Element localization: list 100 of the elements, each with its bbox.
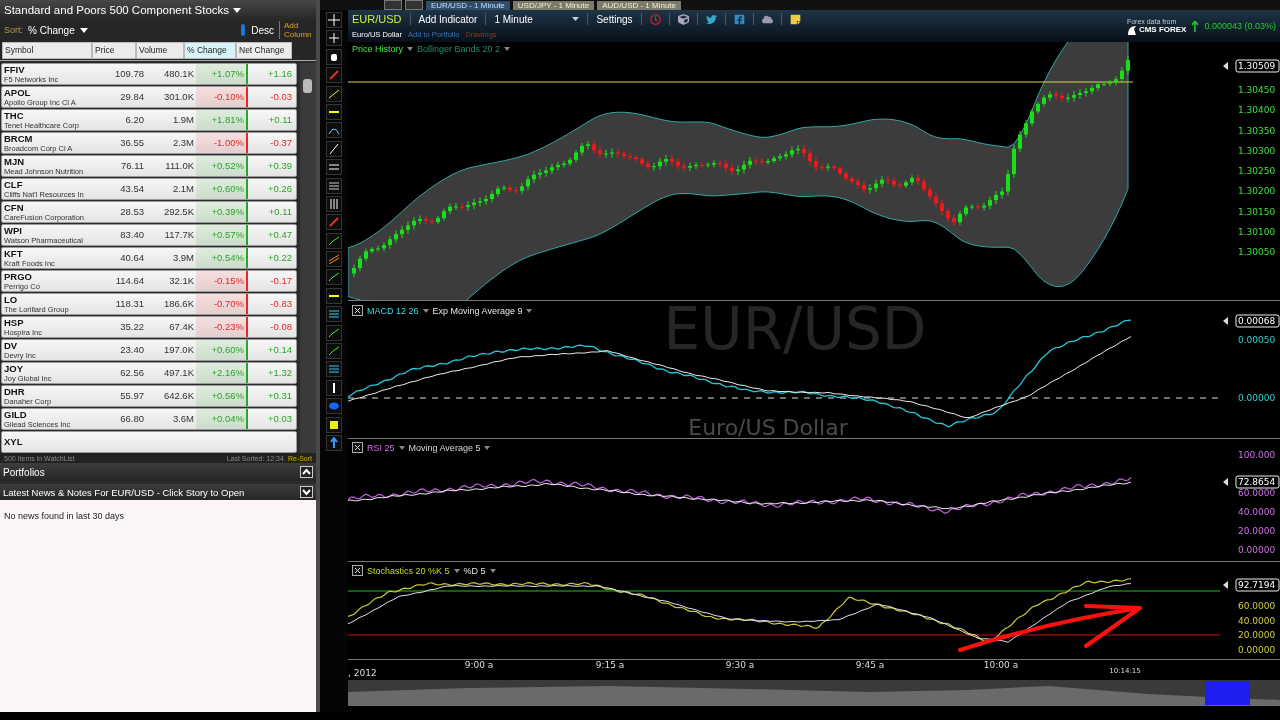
stock-symbol: MJN — [4, 156, 26, 167]
axis-label: 100.000 — [1238, 450, 1276, 460]
percent-change-cell: +0.60% — [196, 179, 246, 199]
stock-symbol: JOY — [4, 363, 24, 374]
indicator-label[interactable]: %D 5 — [463, 565, 486, 576]
price-cell-text: 66.80 — [119, 412, 145, 426]
chart-tab[interactable]: USD/JPY - 1 Minute — [512, 1, 595, 10]
price-cell-text: 29.84 — [119, 90, 145, 104]
time-label: 9:00 a — [464, 660, 494, 670]
net-change-cell: -0.37 — [246, 133, 294, 153]
indicator-label[interactable]: Exp Moving Average 9 — [432, 305, 523, 316]
percent-change-cell: +1.81% — [196, 110, 246, 130]
portfolios-header[interactable]: Portfolios — [3, 466, 45, 478]
axis-label: 1.30200 — [1238, 186, 1276, 197]
percent-change-cell: +0.52% — [196, 156, 246, 176]
percent-change-cell: +2.16% — [196, 363, 246, 383]
current-value-tag: 72.8654 — [1235, 475, 1280, 489]
volume-cell-text: 111.0K — [164, 159, 195, 173]
stock-symbol: CLF — [4, 179, 24, 190]
axis-label: 40.0000 — [1238, 507, 1276, 517]
column-header[interactable]: Price — [92, 41, 136, 59]
price-cell-text: 28.53 — [119, 205, 145, 219]
stock-symbol: PRGO — [4, 271, 33, 282]
percent-change-cell: -0.10% — [196, 87, 246, 107]
net-change-cell: +0.14 — [246, 340, 294, 360]
price-cell-text: 62.56 — [119, 366, 145, 380]
price-cell-text: 76.11 — [119, 159, 145, 173]
axis-label: 1.30100 — [1238, 226, 1276, 237]
settings-button[interactable]: Settings — [596, 13, 633, 25]
percent-change-cell: -0.15% — [196, 271, 246, 291]
volume-cell-text: 3.9M — [171, 251, 195, 265]
indicator-label[interactable]: Bollinger Bands 20 2 — [417, 44, 501, 54]
net-change-cell: +1.32 — [246, 363, 294, 383]
column-header[interactable]: Net Change — [236, 41, 292, 59]
net-change-cell: +0.03 — [246, 409, 294, 429]
axis-label: 0.00000 — [1238, 645, 1276, 655]
net-change-cell: -0.83 — [246, 294, 294, 314]
percent-change-cell: +0.54% — [196, 248, 246, 268]
volume-cell-text: 117.7K — [163, 228, 195, 242]
add-indicator-button[interactable]: Add Indicator — [418, 13, 478, 25]
net-change-cell: +0.31 — [246, 386, 294, 406]
net-change-cell: +0.39 — [246, 156, 294, 176]
indicator-label[interactable]: MACD 12 26 — [367, 305, 419, 316]
axis-label: 40.0000 — [1238, 615, 1276, 626]
net-change-cell: -0.03 — [246, 87, 294, 107]
column-header[interactable]: Volume — [136, 41, 184, 59]
stock-symbol: GILD — [4, 409, 28, 420]
column-header[interactable]: % Change — [184, 41, 236, 59]
net-change-cell: +0.22 — [246, 248, 294, 268]
volume-cell-text: 32.1K — [168, 274, 195, 288]
percent-change-cell: -0.23% — [196, 317, 246, 337]
percent-change-cell: -1.00% — [196, 133, 246, 153]
net-change-cell: +0.47 — [246, 225, 294, 245]
sort-order-button[interactable]: Desc — [251, 24, 274, 36]
price-cell-text: 6.20 — [124, 113, 145, 127]
percent-change-cell: +0.04% — [196, 409, 246, 429]
axis-label: 60.0000 — [1238, 488, 1276, 498]
chart-tab[interactable]: EUR/USD - 1 Minute — [426, 1, 510, 10]
stock-symbol: XYL — [4, 437, 24, 447]
date-label: , 2012 — [348, 668, 377, 678]
price-cell-text: 35.22 — [119, 320, 145, 334]
price-cell-text: 114.64 — [114, 274, 145, 288]
indicator-label[interactable]: RSI 25 — [367, 442, 395, 453]
indicator-label[interactable]: Stochastics 20 %K 5 — [367, 565, 450, 576]
axis-label: 1.30150 — [1238, 206, 1276, 217]
column-header[interactable]: Symbol — [2, 41, 92, 59]
time-label: 10:00 a — [983, 660, 1019, 670]
axis-label: 0.00000 — [1238, 545, 1276, 555]
add-column-link[interactable]: Add Column — [279, 21, 312, 39]
price-cell-text: 109.78 — [113, 67, 145, 81]
axis-label: 1.30250 — [1238, 166, 1276, 176]
chart-tab[interactable]: AUD/USD - 1 Minute — [597, 1, 682, 10]
indicator-label[interactable]: Moving Average 5 — [408, 442, 481, 453]
axis-label: 0.00050 — [1238, 335, 1276, 345]
current-value-tag: 92.7194 — [1235, 578, 1280, 592]
time-label: 9:15 a — [595, 660, 625, 670]
current-value-tag: 0.00068 — [1235, 314, 1280, 328]
price-cell-text: 83.40 — [119, 228, 145, 242]
price-cell-text: 118.31 — [114, 297, 145, 311]
sort-dropdown[interactable]: % Change — [28, 24, 75, 36]
axis-label: 1.30300 — [1238, 145, 1276, 156]
volume-cell-text: 642.6K — [162, 389, 195, 403]
stock-symbol: BRCM — [4, 133, 34, 144]
volume-cell-text: 292.5K — [162, 205, 195, 219]
stock-symbol: HSP — [4, 317, 25, 328]
percent-change-cell: +1.07% — [196, 64, 246, 84]
watermark-name: Euro/US Dollar — [688, 415, 848, 438]
net-change-cell: -0.08 — [246, 317, 294, 337]
interval-dropdown[interactable]: 1 Minute — [494, 13, 565, 25]
stock-symbol: CFN — [4, 202, 25, 213]
axis-label: 1.30400 — [1238, 105, 1276, 116]
indicator-label[interactable]: Price History — [352, 44, 403, 54]
current-value-tag: 1.30509 — [1235, 59, 1280, 73]
axis-label: 1.30450 — [1238, 85, 1276, 95]
symbol-field[interactable]: EUR/USD — [352, 13, 402, 25]
axis-label: 60.0000 — [1238, 601, 1276, 612]
time-label: 9:45 a — [855, 660, 885, 670]
stock-row[interactable]: XYL — [1, 431, 297, 453]
net-change-cell: -0.17 — [246, 271, 294, 291]
percent-change-cell: -0.70% — [196, 294, 246, 314]
